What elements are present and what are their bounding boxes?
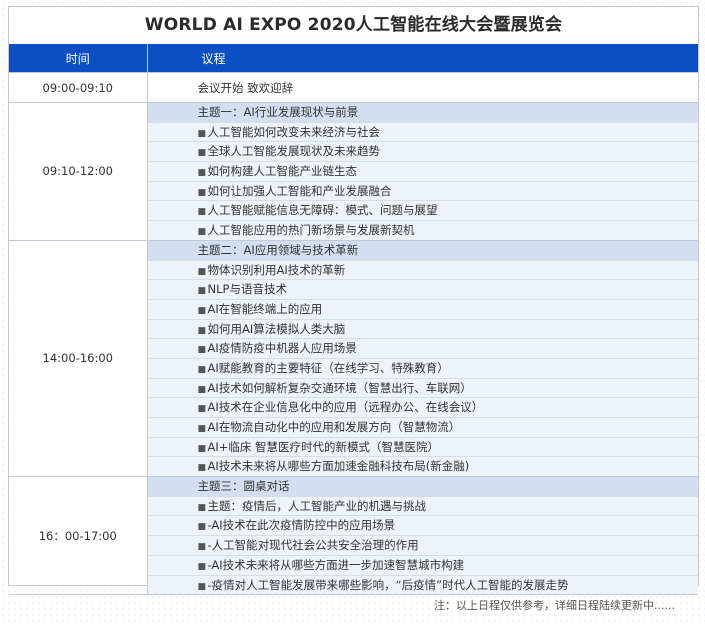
- list-item: ■AI疫情防疫中机器人应用场景: [147, 339, 698, 359]
- agenda-cell: 主题三：圆桌对话 ■主题：疫情后，人工智能产业的机遇与挑战 ■-AI技术在此次疫…: [147, 476, 698, 596]
- bullet-icon: ■: [197, 148, 207, 159]
- table-row: 14:00-16:00 主题二：AI应用领域与技术革新 ■物体识别利用AI技术的…: [9, 240, 698, 478]
- list-item: ■AI技术未来将从哪些方面加速金融科技布局(新金融): [147, 457, 698, 477]
- bullet-icon: ■: [197, 266, 207, 277]
- list-item-text: 如何构建人工智能产业链生态: [207, 164, 358, 179]
- list-item-text: -AI技术未来将从哪些方面进一步加速智慧城市构建: [207, 557, 465, 572]
- list-item: ■AI技术在企业信息化中的应用（远程办公、在线会议）: [147, 398, 698, 418]
- list-item: ■人工智能赋能信息无障碍：模式、问题与展望: [147, 201, 698, 222]
- list-item: ■-AI技术未来将从哪些方面进一步加速智慧城市构建: [147, 555, 698, 576]
- list-item-text: 人工智能赋能信息无障碍：模式、问题与展望: [207, 203, 438, 218]
- bullet-icon: ■: [197, 325, 207, 336]
- table-row: 09:00-09:10 会议开始 致欢迎辞: [9, 72, 698, 103]
- bullet-icon: ■: [197, 404, 207, 415]
- list-item-text: AI在智能终端上的应用: [207, 301, 323, 316]
- bullet-icon: ■: [197, 522, 207, 533]
- bullet-icon: ■: [197, 286, 207, 297]
- agenda-list: 主题二：AI应用领域与技术革新 ■物体识别利用AI技术的革新 ■NLP与语音技术…: [147, 240, 698, 477]
- list-item-text: 人工智能如何改变未来经济与社会: [207, 124, 381, 139]
- list-item-text: 全球人工智能发展现状及未来趋势: [207, 144, 381, 159]
- bullet-icon: ■: [197, 207, 207, 218]
- list-item-text: AI技术在企业信息化中的应用（远程办公、在线会议）: [207, 400, 484, 415]
- list-item-text: NLP与语音技术: [207, 282, 287, 297]
- list-item: ■NLP与语音技术: [147, 280, 698, 300]
- list-item-text: 人工智能应用的热门新场景与发展新契机: [207, 223, 415, 238]
- bullet-icon: ■: [197, 345, 207, 356]
- bullet-icon: ■: [197, 581, 207, 592]
- bullet-icon: ■: [197, 502, 207, 513]
- list-item: ■AI赋能教育的主要特征（在线学习、特殊教育）: [147, 358, 698, 379]
- list-item-text: 如何用AI算法模拟人类大脑: [207, 321, 346, 336]
- bullet-icon: ■: [197, 364, 207, 375]
- list-item-text: AI技术未来将从哪些方面加速金融科技布局(新金融): [207, 459, 470, 474]
- bullet-icon: ■: [197, 187, 207, 198]
- list-item: ■主题：疫情后，人工智能产业的机遇与挑战: [147, 496, 698, 517]
- header-agenda: 议程: [147, 44, 698, 73]
- table-row: 16：00-17:00 主题三：圆桌对话 ■主题：疫情后，人工智能产业的机遇与挑…: [9, 476, 698, 596]
- list-item: ■人工智能如何改变未来经济与社会: [147, 122, 698, 143]
- list-item-text: -疫情对人工智能发展带来哪些影响，“后疫情”时代人工智能的发展走势: [207, 577, 569, 592]
- time-cell: 09:10-12:00: [9, 102, 148, 241]
- list-item: ■-AI技术在此次疫情防控中的应用场景: [147, 516, 698, 537]
- list-item: ■-疫情对人工智能发展带来哪些影响，“后疫情”时代人工智能的发展走势: [147, 575, 698, 595]
- bullet-icon: ■: [197, 305, 207, 316]
- list-item: ■如何构建人工智能产业链生态: [147, 162, 698, 182]
- list-item: ■AI在物流自动化中的应用和发展方向（智慧物流）: [147, 418, 698, 438]
- bullet-icon: ■: [197, 463, 207, 474]
- list-item: ■物体识别利用AI技术的革新: [147, 260, 698, 281]
- header-time: 时间: [9, 44, 148, 73]
- theme-title: 主题三：圆桌对话: [147, 477, 698, 497]
- theme-title: 主题一：AI行业发展现状与前景: [147, 103, 698, 123]
- bullet-icon: ■: [197, 384, 207, 395]
- footnote: 注：以上日程仅供参考，详细日程陆续更新中......: [434, 599, 675, 612]
- list-item: ■AI+临床 智慧医疗时代的新模式（智慧医院）: [147, 437, 698, 458]
- bullet-icon: ■: [197, 424, 207, 434]
- list-item-text: AI技术如何解析复杂交通环境（智慧出行、车联网）: [207, 380, 472, 395]
- agenda-item: 会议开始 致欢迎辞: [147, 72, 698, 103]
- agenda-cell: 主题一：AI行业发展现状与前景 ■人工智能如何改变未来经济与社会 ■全球人工智能…: [147, 102, 698, 241]
- bullet-icon: ■: [197, 561, 207, 572]
- list-item-text: 主题：疫情后，人工智能产业的机遇与挑战: [207, 498, 427, 513]
- bullet-icon: ■: [197, 227, 207, 238]
- list-item: ■AI技术如何解析复杂交通环境（智慧出行、车联网）: [147, 378, 698, 399]
- list-item: ■人工智能应用的热门新场景与发展新契机: [147, 221, 698, 240]
- agenda-list: 主题一：AI行业发展现状与前景 ■人工智能如何改变未来经济与社会 ■全球人工智能…: [147, 103, 698, 240]
- list-item: ■AI在智能终端上的应用: [147, 299, 698, 320]
- page-title: WORLD AI EXPO 2020人工智能在线大会暨展览会: [144, 15, 563, 35]
- list-item: ■如何用AI算法模拟人类大脑: [147, 319, 698, 340]
- time-cell: 16：00-17:00: [9, 476, 148, 596]
- bullet-icon: ■: [197, 542, 207, 553]
- time-cell: 14:00-16:00: [9, 240, 148, 478]
- theme-title: 主题二：AI应用领域与技术革新: [147, 240, 698, 261]
- list-item-text: AI+临床 智慧医疗时代的新模式（智慧医院）: [207, 439, 440, 454]
- bullet-icon: ■: [197, 128, 207, 139]
- table-row: 09:10-12:00 主题一：AI行业发展现状与前景 ■人工智能如何改变未来经…: [9, 102, 698, 241]
- table-header-row: 时间 议程: [9, 44, 698, 73]
- list-item-text: AI赋能教育的主要特征（在线学习、特殊教育）: [207, 360, 449, 375]
- list-item-text: -人工智能对现代社会公共安全治理的作用: [207, 538, 419, 553]
- bullet-icon: ■: [197, 168, 207, 179]
- bullet-icon: ■: [197, 443, 207, 454]
- schedule-card: WORLD AI EXPO 2020人工智能在线大会暨展览会 时间 议程 09:…: [8, 6, 699, 596]
- list-item-text: AI在物流自动化中的应用和发展方向（智慧物流）: [207, 420, 461, 434]
- list-item-text: AI疫情防疫中机器人应用场景: [207, 341, 357, 356]
- list-item: ■如何让加强人工智能和产业发展融合: [147, 181, 698, 202]
- agenda-cell: 主题二：AI应用领域与技术革新 ■物体识别利用AI技术的革新 ■NLP与语音技术…: [147, 240, 698, 478]
- list-item-text: -AI技术在此次疫情防控中的应用场景: [207, 518, 396, 533]
- list-item: ■全球人工智能发展现状及未来趋势: [147, 142, 698, 163]
- agenda-list: 主题三：圆桌对话 ■主题：疫情后，人工智能产业的机遇与挑战 ■-AI技术在此次疫…: [147, 477, 698, 595]
- time-cell: 09:00-09:10: [9, 72, 148, 103]
- schedule-table: 时间 议程 09:00-09:10 会议开始 致欢迎辞 09:10-12:00 …: [9, 44, 698, 596]
- list-item-text: 物体识别利用AI技术的革新: [207, 262, 346, 277]
- list-item-text: 如何让加强人工智能和产业发展融合: [207, 183, 392, 198]
- list-item: ■-人工智能对现代社会公共安全治理的作用: [147, 536, 698, 556]
